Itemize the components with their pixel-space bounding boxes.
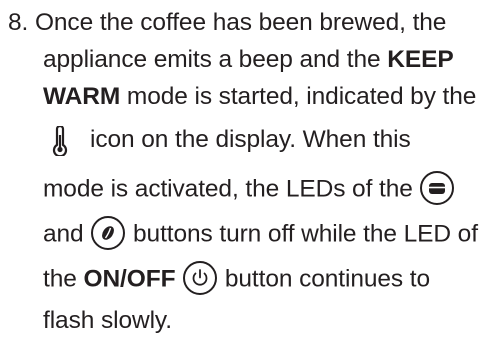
instruction-line-4: icon on the display. When this — [43, 125, 411, 156]
warm-text: WARM — [43, 83, 121, 110]
instruction-line-6: and buttons turn off while the LED of — [43, 216, 478, 250]
on-off-text: ON/OFF — [83, 265, 176, 293]
line-3-text: mode is started, indicated by the — [126, 83, 477, 110]
instruction-line-7: the ON/OFF button continues to — [43, 261, 431, 295]
line-2-text: appliance emits a beep and the — [43, 46, 381, 73]
keep-text: KEEP — [387, 46, 454, 73]
instruction-line-8: flash slowly. — [43, 306, 172, 336]
instruction-page: 8. Once the coffee has been brewed, the … — [0, 0, 480, 344]
instruction-line-1: 8. Once the coffee has been brewed, the — [8, 8, 446, 38]
thermometer-icon — [50, 125, 70, 156]
line-1-text: Once the coffee has been brewed, the — [34, 9, 447, 36]
the-text: the — [43, 265, 77, 293]
power-button-icon — [182, 260, 218, 296]
line-5-text: mode is activated, the LEDs of the — [43, 175, 413, 203]
line-4-text: icon on the display. When this — [90, 126, 411, 153]
line-6-text: buttons turn off while the LED of — [133, 220, 478, 248]
coffee-bean-button-icon — [90, 215, 126, 251]
line-7-text: button continues to — [224, 265, 431, 293]
instruction-line-3: WARM mode is started, indicated by the — [43, 82, 476, 112]
and-text: and — [43, 220, 84, 248]
step-number: 8. — [8, 9, 29, 36]
instruction-line-2: appliance emits a beep and the KEEP — [43, 45, 454, 75]
instruction-line-5: mode is activated, the LEDs of the — [43, 171, 455, 205]
cup-button-icon — [419, 170, 455, 206]
line-8-text: flash slowly. — [43, 307, 172, 334]
